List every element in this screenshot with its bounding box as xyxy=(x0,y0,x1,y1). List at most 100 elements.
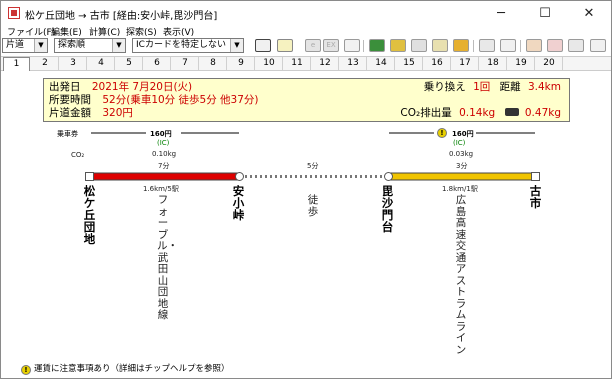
fare-label: 片道金額 xyxy=(49,107,91,119)
settings-icon[interactable] xyxy=(568,39,584,52)
transfer-icon[interactable] xyxy=(453,39,469,52)
toolbar-separator xyxy=(520,40,521,52)
tab-16[interactable]: 16 xyxy=(424,57,451,70)
depart-date-label: 出発日 xyxy=(49,81,81,93)
tab-9[interactable]: 9 xyxy=(228,57,255,70)
toolbar-separator xyxy=(363,40,364,52)
segment-1-distance: 1.6km/5駅 xyxy=(143,185,179,193)
tab-20[interactable]: 20 xyxy=(536,57,563,70)
close-button[interactable]: ✕ xyxy=(567,1,611,27)
timetable-icon[interactable] xyxy=(255,39,271,52)
segment-1-fare: 160円 xyxy=(150,130,172,138)
station-transfer-1[interactable]: 安小峠 xyxy=(232,185,245,221)
transfer-value: 1回 xyxy=(473,81,491,93)
route-summary: 出発日 2021年 7月20日(火) 所要時間 52分(乗車10分 徒歩5分 他… xyxy=(43,78,570,122)
station-destination[interactable]: 古市 xyxy=(529,185,542,209)
trip-mode-select[interactable]: 片道 ▼ xyxy=(2,38,48,53)
transfer-label: 乗り換え xyxy=(423,81,466,93)
travel-time-label: 所要時間 xyxy=(49,94,91,106)
chevron-down-icon: ▼ xyxy=(112,39,125,52)
distance-label: 距離 xyxy=(499,81,521,93)
co2-value: 0.14kg xyxy=(459,107,496,119)
menu-calc[interactable]: 計算(C) xyxy=(89,25,120,38)
menu-view[interactable]: 表示(V) xyxy=(163,25,194,38)
copy-icon[interactable] xyxy=(500,39,516,52)
window-title: 松ケ丘団地 → 古市 [経由:安小峠,毘沙門台] xyxy=(25,11,218,22)
depart-date-value: 2021年 7月20日(火) xyxy=(91,81,193,93)
astram-line-segment xyxy=(388,172,536,181)
help-icon[interactable] xyxy=(590,39,606,52)
train-icon[interactable] xyxy=(369,39,385,52)
menu-file[interactable]: ファイル(F) xyxy=(7,25,55,38)
segment-3-distance: 1.8km/1駅 xyxy=(442,185,478,193)
tab-13[interactable]: 13 xyxy=(340,57,367,70)
tab-7[interactable]: 7 xyxy=(172,57,199,70)
walk-icon[interactable] xyxy=(411,39,427,52)
station-transfer-2[interactable]: 毘沙門台 xyxy=(381,185,394,233)
tab-8[interactable]: 8 xyxy=(200,57,227,70)
warning-icon: ! xyxy=(21,365,31,375)
minimize-button[interactable]: ─ xyxy=(479,1,523,27)
segment-1-time: 7分 xyxy=(158,162,170,170)
trip-mode-value: 片道 xyxy=(6,40,25,50)
station-node xyxy=(531,172,540,181)
menu-search[interactable]: 探索(S) xyxy=(126,25,157,38)
maximize-button[interactable]: ☐ xyxy=(523,1,567,27)
sort-order-select[interactable]: 探索順 ▼ xyxy=(54,38,126,53)
tab-2[interactable]: 2 xyxy=(32,57,59,70)
bus-line-segment xyxy=(90,172,240,181)
route-tabs: 1 2 3 4 5 6 7 8 9 10 11 12 13 14 15 16 1… xyxy=(1,56,611,71)
tab-18[interactable]: 18 xyxy=(480,57,507,70)
menu-bar: ファイル(F) 編集(E) 計算(C) 探索(S) 表示(V) xyxy=(1,25,611,38)
warning-icon: ! xyxy=(437,128,447,138)
car-icon xyxy=(504,108,519,116)
ekispert-e-icon: e xyxy=(305,39,321,52)
tab-3[interactable]: 3 xyxy=(60,57,87,70)
segment-3-time: 3分 xyxy=(456,162,468,170)
print-icon[interactable] xyxy=(479,39,495,52)
station-origin[interactable]: 松ケ丘団地 xyxy=(83,185,96,245)
app-window: 松ケ丘団地 → 古市 [経由:安小峠,毘沙門台] ─ ☐ ✕ ファイル(F) 編… xyxy=(0,0,612,379)
ic-card-value: ICカードを特定しない xyxy=(136,40,226,50)
tab-11[interactable]: 11 xyxy=(284,57,311,70)
travel-time-value: 52分 xyxy=(102,94,127,106)
tab-12[interactable]: 12 xyxy=(312,57,339,70)
calculator-icon[interactable] xyxy=(277,39,293,52)
tab-1[interactable]: 1 xyxy=(3,57,30,71)
co2-label: CO₂排出量 xyxy=(400,107,452,119)
segment-3-co2: 0.03kg xyxy=(449,150,474,158)
co2-header: CO₂ xyxy=(71,151,85,159)
chevron-down-icon: ▼ xyxy=(230,39,243,52)
segment-3-fare: 160円 xyxy=(452,130,474,138)
route-map-icon[interactable] xyxy=(344,39,360,52)
car-icon[interactable] xyxy=(432,39,448,52)
tab-15[interactable]: 15 xyxy=(396,57,423,70)
tab-14[interactable]: 14 xyxy=(368,57,395,70)
tab-17[interactable]: 17 xyxy=(452,57,479,70)
ex-icon: EX xyxy=(323,39,339,52)
footer-notice: ! 運賃に注意事項あり（詳細はチップヘルプを参照） xyxy=(21,362,230,375)
sort-order-value: 探索順 xyxy=(58,40,86,50)
tab-4[interactable]: 4 xyxy=(88,57,115,70)
footer-notice-text: 運賃に注意事項あり（詳細はチップヘルプを参照） xyxy=(34,364,230,374)
segment-2-time: 5分 xyxy=(307,162,319,170)
tab-5[interactable]: 5 xyxy=(116,57,143,70)
travel-time-detail: (乗車10分 徒歩5分 他37分) xyxy=(126,94,259,106)
back-icon[interactable] xyxy=(526,39,542,52)
toolbar: 片道 ▼ 探索順 ▼ ICカードを特定しない ▼ e EX xyxy=(1,38,611,54)
title-bar: 松ケ丘団地 → 古市 [経由:安小峠,毘沙門台] ─ ☐ ✕ xyxy=(1,1,611,27)
segment-1-line-name[interactable]: フォーブル・武田山団地線 xyxy=(157,194,178,322)
menu-edit[interactable]: 編集(E) xyxy=(51,25,82,38)
tab-19[interactable]: 19 xyxy=(508,57,535,70)
distance-value: 3.4km xyxy=(527,81,561,93)
segment-1-ic: (IC) xyxy=(157,139,170,147)
tab-10[interactable]: 10 xyxy=(256,57,283,70)
bus-icon[interactable] xyxy=(390,39,406,52)
forward-icon[interactable] xyxy=(547,39,563,52)
fare-value: 320円 xyxy=(102,107,133,119)
chevron-down-icon: ▼ xyxy=(34,39,47,52)
segment-3-line-name[interactable]: 広島高速交通アストラムライン xyxy=(455,194,467,356)
tab-6[interactable]: 6 xyxy=(144,57,171,70)
app-icon xyxy=(8,7,20,19)
ic-card-select[interactable]: ICカードを特定しない ▼ xyxy=(132,38,244,53)
